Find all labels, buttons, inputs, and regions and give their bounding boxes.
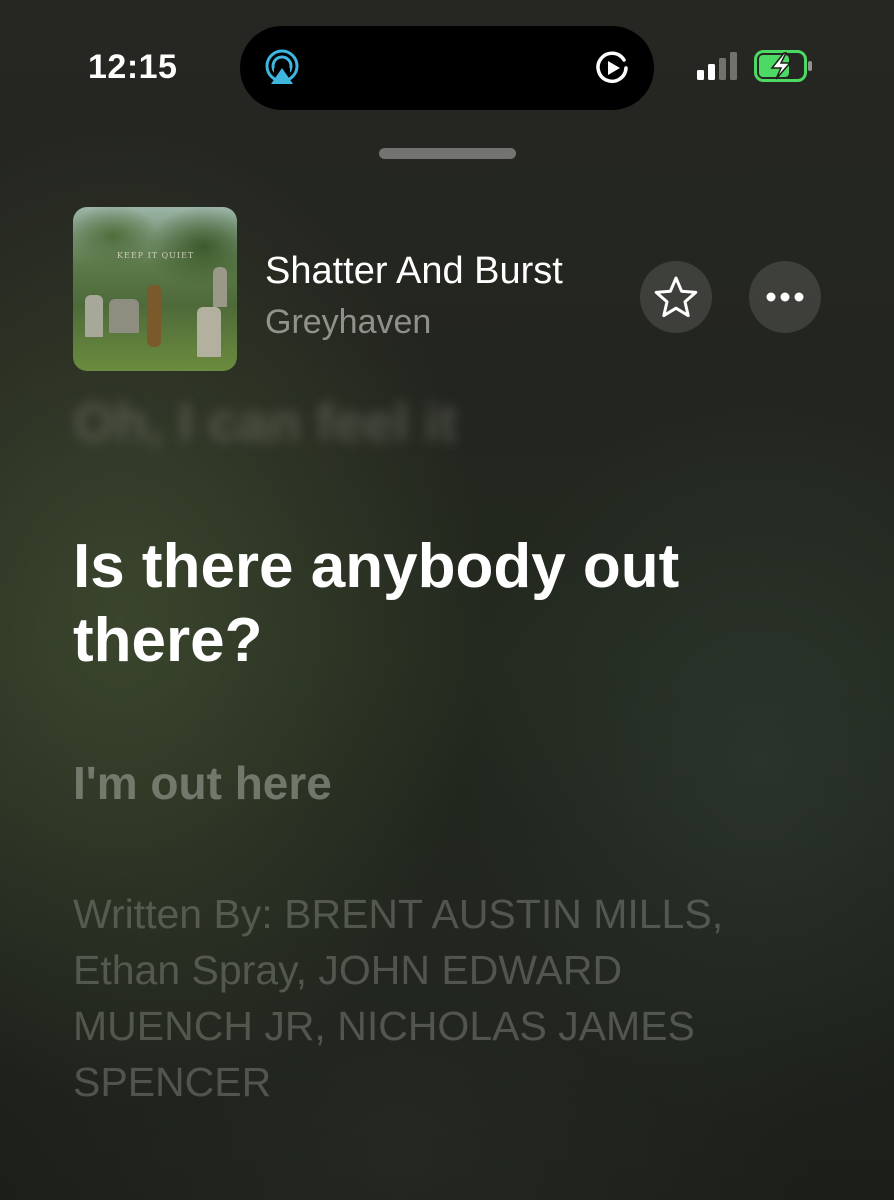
more-options-button[interactable] [749,261,821,333]
star-icon [654,276,698,318]
lyric-line-next[interactable]: I'm out here [73,756,332,810]
lyrics-screen: 12:15 KEEP IT QUIET Shatter And Burst Gr… [0,0,894,1200]
cellular-signal-icon [697,52,737,80]
artist-name[interactable]: Greyhaven [265,303,431,342]
sheet-grabber[interactable] [379,148,516,159]
artwork-gravestone [85,295,103,337]
lyric-line-previous[interactable]: Oh, I can feel it [73,392,457,454]
artwork-text: KEEP IT QUIET [117,251,195,260]
airplay-audio-icon [265,49,299,84]
songwriter-credits: Written By: BRENT AUSTIN MILLS, Ethan Sp… [73,891,724,1105]
lyric-line-current[interactable]: Is there anybody out there? [73,530,833,678]
battery-charging-icon [754,50,812,82]
ellipsis-icon [766,292,804,302]
play-circle-icon [596,51,628,83]
dynamic-island[interactable] [240,26,654,110]
favorite-button[interactable] [640,261,712,333]
artwork-gravestone [109,299,139,333]
artwork-figure [147,285,161,347]
album-artwork[interactable]: KEEP IT QUIET [73,207,237,371]
artwork-gravestone [197,307,221,357]
status-time: 12:15 [88,48,178,86]
song-title: Shatter And Burst [265,250,563,292]
artwork-gravestone [213,267,227,307]
